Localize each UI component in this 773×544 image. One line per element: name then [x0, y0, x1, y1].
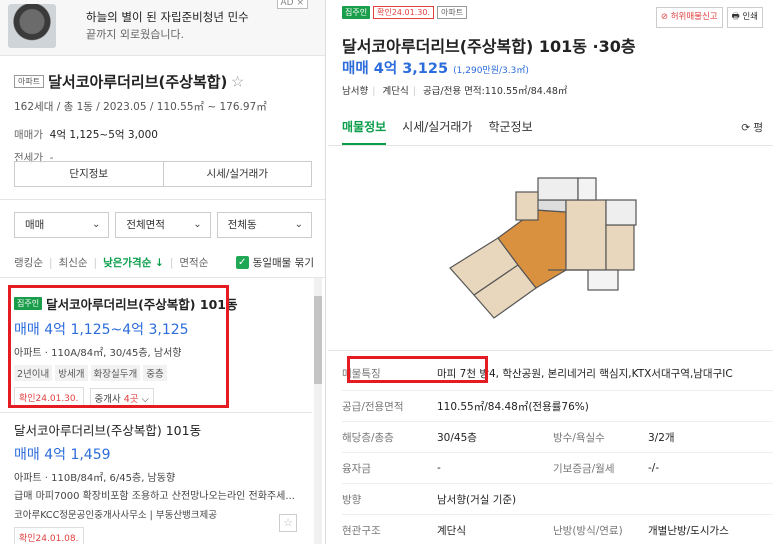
- detail-value: 110.55㎡/84.48㎡(전용률76%): [437, 400, 589, 413]
- tab-school[interactable]: 학군정보: [488, 118, 532, 145]
- listing-agency: 코아루KCC정문공인중개사사무소 | 부동산뱅크제공: [14, 510, 218, 521]
- detail-key: 현관구조: [342, 524, 381, 537]
- detail-value: 개별난방/도시가스: [648, 524, 729, 537]
- sort-ranking[interactable]: 랭킹순: [14, 255, 43, 270]
- listing-desc-2: 급매 마피7000 확장비포함 조용하고 산전망나오는라인 전화주세...: [14, 491, 295, 502]
- sort-latest[interactable]: 최신순: [59, 255, 88, 270]
- detail-value: 3/2개: [648, 431, 675, 444]
- listing-desc: 아파트 · 110B/84㎡, 6/45층, 남동향: [14, 473, 176, 484]
- price-label: 매매가: [14, 129, 43, 141]
- market-price-button[interactable]: 시세/실거래가: [162, 162, 312, 186]
- detail-key: 기보증금/월세: [553, 462, 615, 475]
- detail-value: -: [437, 462, 441, 474]
- dong-select[interactable]: 전체동 ⌄: [216, 212, 312, 238]
- detail-row: 공급/전용면적 110.55㎡/84.48㎡(전용률76%): [342, 391, 773, 422]
- direction: 남서향: [342, 86, 369, 97]
- detail-sub: 남서향 | 계단식 | 공급/전용 면적:110.55㎡/84.48㎡: [342, 86, 568, 97]
- area-select[interactable]: 전체면적 ⌄: [115, 212, 211, 238]
- chevron-down-icon: ⌄: [91, 219, 101, 230]
- complex-summary: 아파트 달서코아루더리브(주상복합) ☆ 162세대 / 총 1동 / 2023.…: [0, 56, 325, 187]
- checkbox-checked-icon[interactable]: ✓: [235, 256, 249, 269]
- highlight-box: [8, 285, 229, 408]
- complex-meta: 162세대 / 총 1동 / 2023.05 / 110.55㎡ ~ 176.9…: [14, 101, 267, 113]
- refresh-icon[interactable]: ⟳ 평: [741, 120, 763, 135]
- ad-banner[interactable]: 하늘의 별이 된 자립준비청년 민수 끝까지 외로웠습니다. AD ×: [0, 0, 325, 56]
- detail-row: 방향 남서향(거실 기준): [342, 484, 773, 515]
- sort-bar: 랭킹순 | 최신순 | 낮은가격순 ↓ | 면적순 ✓ 동일매물 묶기: [14, 255, 314, 270]
- scrollbar-thumb[interactable]: [314, 296, 322, 384]
- detail-row: 현관구조 계단식 난방(방식/연료) 개별난방/도시가스: [342, 515, 773, 544]
- filter-bar: 매매 ⌄ 전체면적 ⌄ 전체동 ⌄: [14, 212, 312, 238]
- listing-item[interactable]: 달서코아루더리브(주상복합) 101동 매매 4억 1,459 아파트 · 11…: [0, 420, 312, 544]
- ad-headline: 하늘의 별이 된 자립준비청년 민수: [86, 10, 249, 24]
- complex-name: 달서코아루더리브(주상복합): [48, 73, 228, 91]
- confirm-date: 확인24.01.08.: [14, 527, 84, 544]
- entrance-type: 계단식: [382, 86, 409, 97]
- scrollbar[interactable]: [314, 278, 322, 544]
- dong-value: 전체동: [227, 219, 257, 231]
- detail-key: 난방(방식/연료): [553, 524, 623, 537]
- detail-price-value: 매매 4억 3,125: [342, 61, 449, 77]
- highlight-box: [347, 356, 488, 383]
- detail-price: 매매 4억 3,125 (1,290만원/3.3㎡): [342, 57, 529, 78]
- complex-info-button[interactable]: 단지정보: [15, 162, 163, 186]
- listing-panel: 하늘의 별이 된 자립준비청년 민수 끝까지 외로웠습니다. AD × 아파트 달…: [0, 0, 326, 544]
- type-badge: 아파트: [436, 6, 468, 19]
- detail-key: 공급/전용면적: [342, 400, 404, 413]
- price-value: 4억 1,125~5억 3,000: [49, 129, 158, 141]
- favorite-star-icon[interactable]: ☆: [279, 514, 297, 532]
- owner-badge: 집주인: [342, 6, 371, 19]
- detail-title: 달서코아루더리브(주상복합) 101동 ·30층: [342, 37, 636, 56]
- listing-title: 달서코아루더리브(주상복합) 101동: [14, 423, 202, 438]
- confirm-badge: 확인24.01.30.: [373, 6, 434, 19]
- ad-photo: [8, 4, 56, 48]
- detail-value: 30/45층: [437, 431, 477, 444]
- complex-type-tag: 아파트: [14, 75, 45, 88]
- chevron-down-icon: ⌄: [294, 219, 303, 230]
- sort-low-price[interactable]: 낮은가격순 ↓: [103, 255, 164, 270]
- detail-key: 융자금: [342, 462, 371, 475]
- tab-market-price[interactable]: 시세/실거래가: [402, 118, 472, 145]
- detail-value: -/-: [648, 462, 660, 474]
- complex-price: 매매가 4억 1,125~5억 3,000: [14, 127, 312, 142]
- detail-value: 남서향(거실 기준): [437, 493, 517, 506]
- ad-subline: 끝까지 외로웠습니다.: [86, 28, 185, 41]
- report-button[interactable]: ⊘ 허위매물신고: [655, 7, 723, 28]
- area-info: 공급/전용 면적:110.55㎡/84.48㎡: [422, 86, 568, 97]
- favorite-star-icon[interactable]: ☆: [231, 73, 244, 91]
- floor-plan-image: [449, 177, 637, 319]
- same-listing-toggle[interactable]: ✓ 동일매물 묶기: [235, 255, 314, 270]
- trade-type-value: 매매: [25, 219, 45, 231]
- same-listing-label: 동일매물 묶기: [252, 257, 314, 269]
- sort-area[interactable]: 면적순: [179, 255, 208, 270]
- divider: [0, 199, 325, 200]
- detail-tabs: 매물정보 시세/실거래가 학군정보: [342, 118, 533, 145]
- detail-row: 해당층/총층 30/45층 방수/욕실수 3/2개: [342, 422, 773, 453]
- area-value: 전체면적: [126, 219, 165, 231]
- chevron-down-icon: ⌄: [193, 219, 202, 230]
- detail-value: 계단식: [437, 524, 466, 537]
- listing-price: 매매 4억 1,459: [14, 447, 111, 463]
- tab-listing-info[interactable]: 매물정보: [342, 118, 387, 145]
- complex-buttons: 단지정보 시세/실거래가: [14, 161, 312, 187]
- detail-key: 해당층/총층: [342, 431, 394, 444]
- detail-panel: 집주인 확인24.01.30. 아파트 ⊘ 허위매물신고 🖶 인쇄 달서코아루더…: [328, 0, 773, 544]
- detail-table: 매물특징 마피 7천 방4, 학산공원, 본리네거리 핵심지,KTX서대구역,남대…: [342, 357, 773, 544]
- detail-row: 융자금 - 기보증금/월세 -/-: [342, 453, 773, 484]
- print-button[interactable]: 🖶 인쇄: [726, 7, 763, 28]
- detail-key: 방향: [342, 493, 362, 506]
- detail-key: 방수/욕실수: [553, 431, 605, 444]
- price-per-area: (1,290만원/3.3㎡): [453, 66, 529, 76]
- ad-close-button[interactable]: AD ×: [276, 0, 308, 9]
- trade-type-select[interactable]: 매매 ⌄: [14, 212, 110, 238]
